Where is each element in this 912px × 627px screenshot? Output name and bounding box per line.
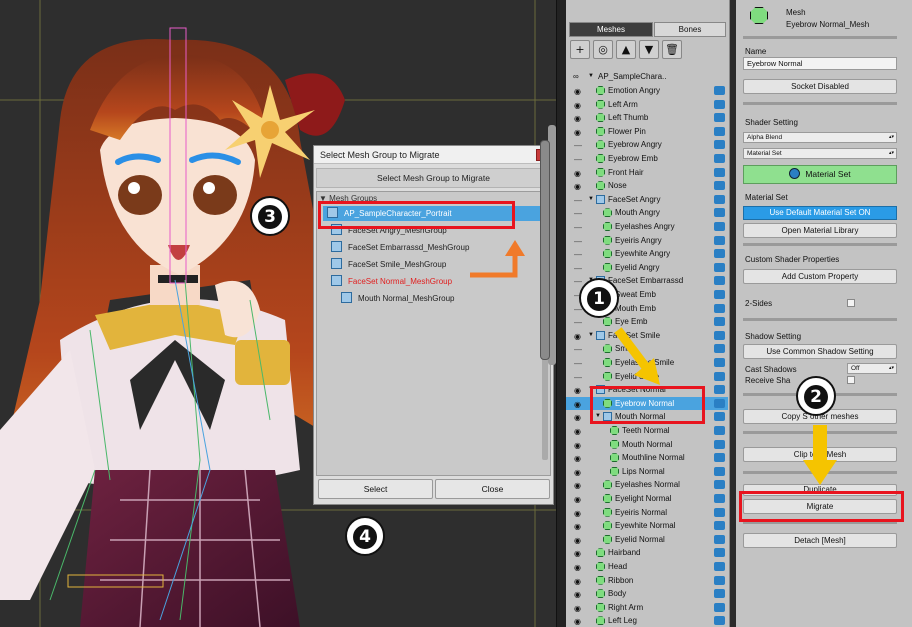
callout-4: 4	[345, 516, 385, 556]
app-window: Select Mesh Group to Migrate x Select Me…	[0, 0, 912, 627]
tutorial-arrows	[470, 240, 837, 485]
callout-3: 3	[250, 196, 290, 236]
callout-number: 2	[804, 385, 828, 409]
callout-2: 2	[796, 376, 836, 416]
callout-number: 1	[587, 287, 611, 311]
callout-number: 4	[353, 525, 377, 549]
callout-1: 1	[579, 278, 619, 318]
callout-number: 3	[258, 205, 282, 229]
